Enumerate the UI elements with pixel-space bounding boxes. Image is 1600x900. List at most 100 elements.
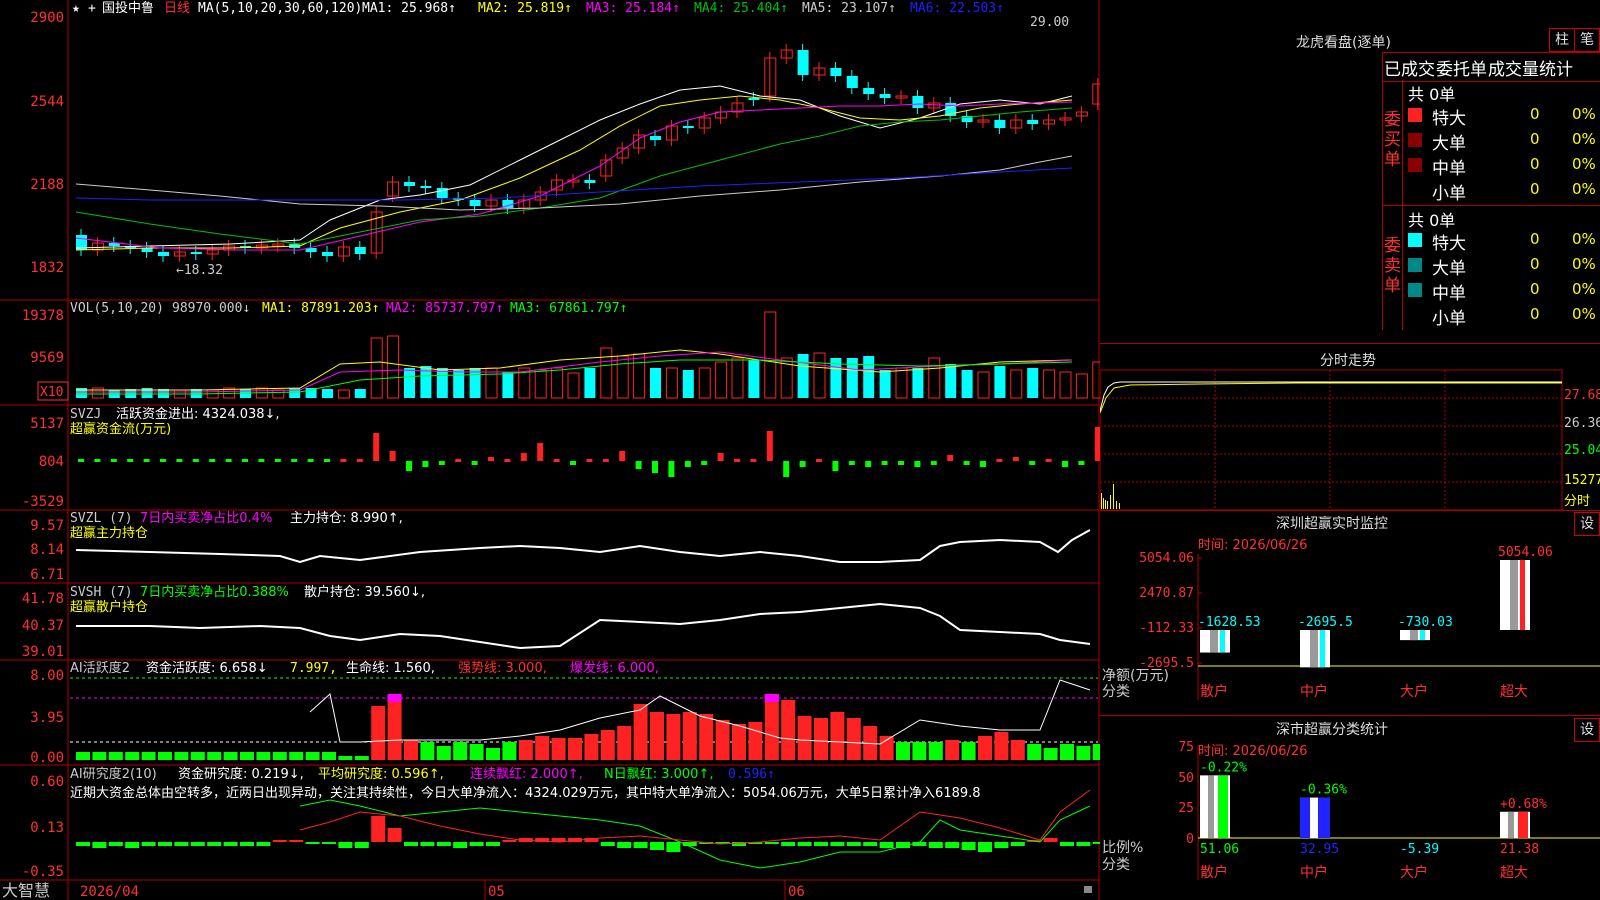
ma1-line bbox=[75, 85, 1073, 249]
research-bar bbox=[814, 842, 828, 846]
activity-bar bbox=[207, 752, 222, 760]
activity-bars bbox=[70, 677, 1100, 760]
period-label[interactable]: 日线 bbox=[164, 1, 190, 16]
row-pct: 0% bbox=[1572, 255, 1596, 273]
y-tick: 804 bbox=[39, 454, 64, 470]
research-bar bbox=[978, 842, 992, 852]
candle bbox=[797, 50, 809, 75]
y-tick: 3.95 bbox=[30, 710, 64, 726]
y-tick: 19378 bbox=[22, 308, 64, 324]
plus-icon[interactable]: + bbox=[88, 1, 96, 16]
volume-bar bbox=[715, 361, 728, 399]
row-name: 小单 bbox=[1432, 184, 1466, 204]
volume-bar bbox=[272, 389, 285, 399]
color-swatch bbox=[1408, 133, 1422, 147]
vol-ma2: MA2: 85737.797↑ bbox=[386, 301, 503, 316]
bar-view-button[interactable]: 柱 bbox=[1549, 28, 1575, 52]
y-tick: 2544 bbox=[30, 94, 64, 110]
star-icon[interactable]: ★ bbox=[72, 1, 80, 16]
y-tick: 25 bbox=[1178, 801, 1194, 816]
research-bar bbox=[240, 842, 254, 846]
sz-monitor-chart[interactable]: 5054.062470.87-112.33-2695.5-1628.53散户-2… bbox=[1100, 510, 1600, 715]
activity-bar bbox=[1092, 744, 1100, 760]
volume-bar bbox=[1043, 369, 1056, 399]
tab-executed[interactable]: 已成交 bbox=[1384, 55, 1435, 80]
activity-bar bbox=[551, 738, 566, 760]
sz-stats-chart[interactable]: 75 50 25 0 51.06 -0.22% 散户 32.95 -0.36% 中户 -5.39 大户… bbox=[1100, 715, 1600, 900]
activity-bar bbox=[600, 730, 615, 760]
kline-chart-area[interactable]: 2900 2544 2188 1832 19378 9569 5137 804 … bbox=[0, 0, 1100, 900]
research-bar bbox=[666, 842, 681, 852]
value-label: 21.38 bbox=[1500, 842, 1539, 857]
y-tick: 8.14 bbox=[30, 542, 64, 558]
intraday-chart[interactable]: 27.68 26.36 25.04 15277 分时 bbox=[1100, 343, 1600, 513]
value-label: 32.95 bbox=[1300, 842, 1339, 857]
volume-bars bbox=[76, 311, 1100, 399]
research-bar bbox=[322, 842, 336, 844]
candle bbox=[469, 200, 481, 206]
flow-bar bbox=[94, 459, 101, 462]
y-tick: 75 bbox=[1178, 740, 1194, 755]
activity-bar bbox=[650, 712, 664, 760]
sell-orders-label: 委卖单 bbox=[1384, 236, 1401, 296]
category-label: 大户 bbox=[1400, 683, 1428, 700]
svzj-label: SVZJ bbox=[70, 407, 101, 422]
activity-bar bbox=[715, 720, 730, 760]
order-view-button[interactable]: 笔 bbox=[1574, 28, 1600, 52]
ma3-value: MA3: 25.184↑ bbox=[586, 1, 680, 16]
tab-orders[interactable]: 委托单 bbox=[1436, 55, 1487, 80]
axis-label: 比例% bbox=[1102, 840, 1143, 856]
activity-bar bbox=[305, 752, 320, 760]
volume-bar bbox=[453, 370, 465, 398]
candle bbox=[830, 68, 842, 76]
y-tick: 0.60 bbox=[30, 774, 64, 790]
research-bar bbox=[256, 842, 271, 846]
sell-row: 小单 0 0% bbox=[1406, 304, 1600, 329]
y-tick: 50 bbox=[1178, 771, 1194, 786]
sell-row: 大单 0 0% bbox=[1406, 254, 1600, 279]
flow-bar bbox=[832, 461, 839, 471]
activity-bar bbox=[928, 742, 943, 760]
row-name: 小单 bbox=[1432, 309, 1466, 329]
panel-frames bbox=[0, 0, 1100, 900]
y-tick: 6.71 bbox=[30, 567, 64, 583]
vol-ma1: MA1: 87891.203↑ bbox=[262, 301, 379, 316]
ma3-line bbox=[75, 101, 1073, 251]
research-bar bbox=[1092, 842, 1100, 844]
research-bar bbox=[797, 842, 812, 846]
tab-volume-stats[interactable]: 成交量统计 bbox=[1488, 55, 1573, 80]
activity-bar bbox=[158, 752, 172, 760]
row-pct: 0% bbox=[1572, 155, 1596, 173]
buy-row: 小单 0 0% bbox=[1406, 179, 1600, 204]
value-label: -2695.5 bbox=[1298, 615, 1353, 630]
candle bbox=[158, 252, 169, 256]
y-tick: 0.00 bbox=[30, 750, 64, 766]
intraday-y-tick: 15277 bbox=[1564, 473, 1600, 488]
ai-d: 强势线: 3.000, bbox=[458, 660, 547, 676]
activity-bar bbox=[108, 752, 123, 760]
lock-icon[interactable] bbox=[1084, 886, 1092, 893]
svsh-sub: 超赢散户持仓 bbox=[70, 599, 148, 615]
svzj-desc: 活跃资金进出: 4324.038↓, bbox=[116, 406, 280, 422]
activity-bar bbox=[453, 742, 468, 760]
activity-bar bbox=[174, 752, 189, 760]
activity-bar bbox=[1010, 740, 1025, 760]
research-bar bbox=[125, 842, 140, 848]
activity-bar bbox=[912, 742, 927, 760]
research-bar bbox=[371, 816, 386, 842]
research-bar bbox=[1043, 838, 1058, 842]
y-tick: 9.57 bbox=[30, 518, 64, 534]
flow-bar bbox=[291, 459, 298, 462]
value-label: 5054.06 bbox=[1498, 545, 1553, 560]
volume-bar bbox=[863, 356, 875, 398]
candle bbox=[404, 182, 415, 186]
research-b: 平均研究度: 0.596↑, bbox=[318, 766, 444, 782]
flow-bar bbox=[766, 431, 773, 461]
date-label: 06 bbox=[788, 884, 805, 900]
volume-bar bbox=[534, 369, 547, 399]
activity-bar bbox=[1060, 744, 1074, 760]
research-bar bbox=[354, 842, 369, 848]
flow-bar bbox=[783, 461, 790, 477]
activity-bar bbox=[994, 732, 1009, 760]
activity-bar bbox=[404, 740, 418, 760]
